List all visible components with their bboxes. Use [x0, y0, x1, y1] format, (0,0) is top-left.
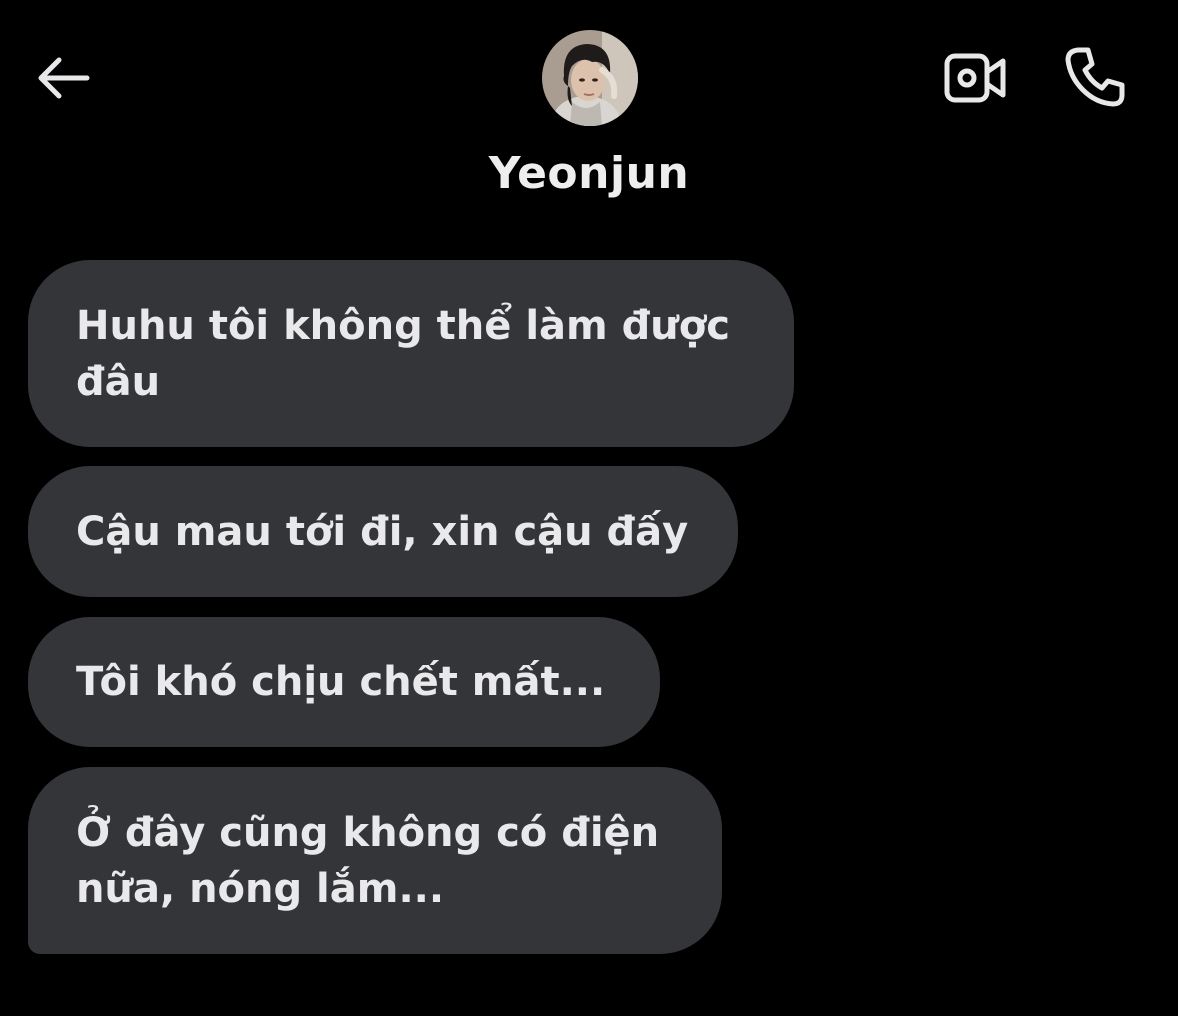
message-bubble[interactable]: Cậu mau tới đi, xin cậu đấy — [28, 466, 738, 597]
arrow-left-icon — [38, 57, 90, 99]
video-camera-icon — [944, 53, 1006, 103]
contact-name[interactable]: Yeonjun — [389, 148, 789, 199]
message-text: Huhu tôi không thể làm được đâu — [76, 302, 730, 405]
message-bubble[interactable]: Tôi khó chịu chết mất... — [28, 617, 660, 747]
audio-call-button[interactable] — [1058, 42, 1132, 112]
message-text: Tôi khó chịu chết mất... — [76, 659, 606, 705]
avatar-photo — [542, 30, 638, 126]
avatar[interactable] — [542, 30, 638, 126]
message-text: Ở đây cũng không có điện nữa, nóng lắm..… — [76, 809, 660, 912]
back-button[interactable] — [30, 50, 94, 106]
phone-icon — [1065, 47, 1125, 107]
message-bubble[interactable]: Huhu tôi không thể làm được đâu — [28, 260, 794, 447]
conversation-header: Yeonjun — [0, 0, 1178, 240]
message-text: Cậu mau tới đi, xin cậu đấy — [76, 508, 689, 555]
message-bubble[interactable]: Ở đây cũng không có điện nữa, nóng lắm..… — [28, 767, 722, 954]
video-call-button[interactable] — [938, 46, 1012, 110]
